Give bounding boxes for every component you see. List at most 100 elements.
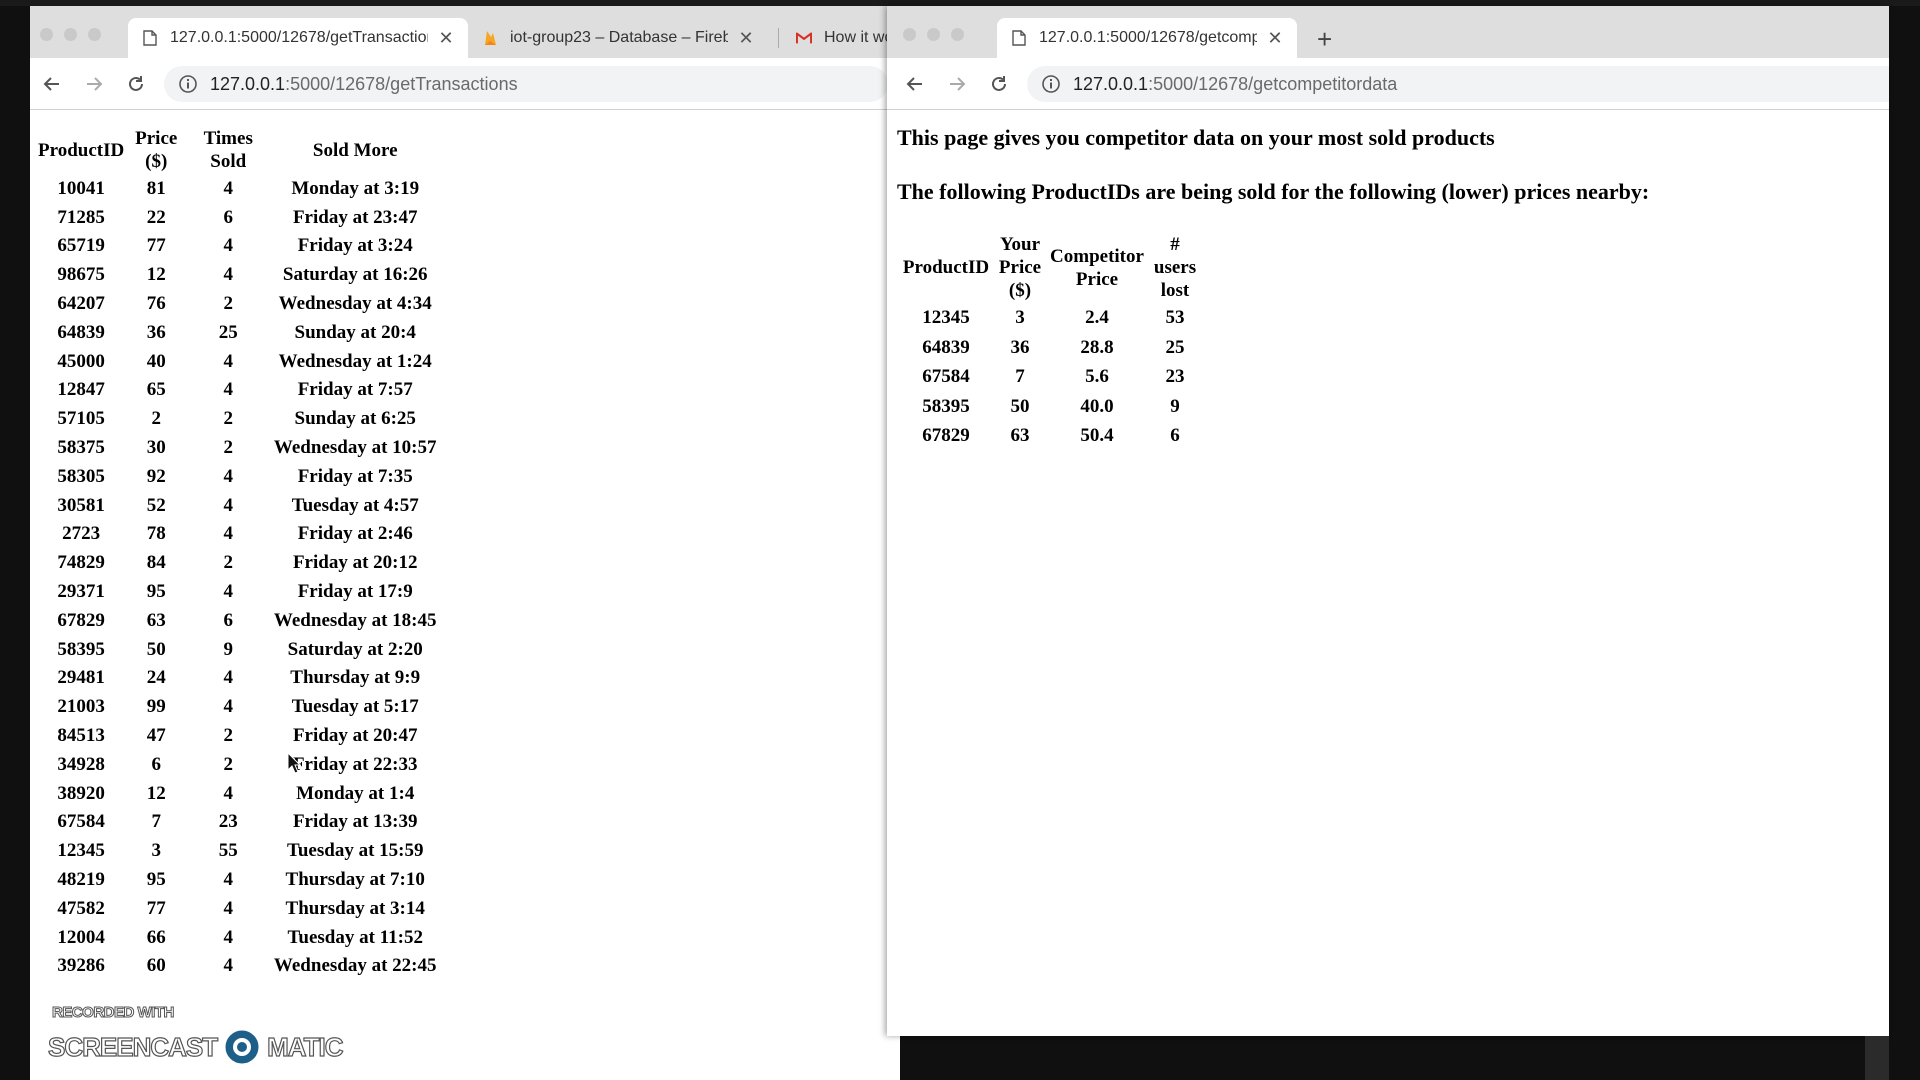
table-row: 67829 63 50.4 6	[899, 422, 1199, 450]
close-window-button[interactable]	[903, 28, 916, 41]
header-times-sold: Times Sold	[203, 128, 253, 172]
forward-button[interactable]	[943, 70, 971, 98]
reload-icon	[992, 76, 1006, 91]
cell-product-id: 34928	[57, 753, 105, 775]
cell-times-sold: 4	[223, 955, 233, 977]
cell-sold-more: Wednesday at 4:34	[278, 293, 432, 315]
competitor-table: ProductID Your Price ($) Competitor Pric…	[895, 231, 1203, 452]
table-row: 64207 76 2 Wednesday at 4:34	[38, 290, 438, 317]
close-window-button[interactable]	[40, 28, 53, 41]
cell-times-sold: 2	[223, 753, 233, 775]
forward-arrow-icon	[950, 77, 966, 91]
cell-price: 40	[146, 350, 166, 372]
info-icon[interactable]	[178, 74, 198, 94]
cell-price: 6	[151, 753, 161, 775]
back-arrow-icon	[43, 77, 59, 91]
cell-price: 77	[146, 235, 166, 257]
table-row: 29371 95 4 Friday at 17:9	[38, 578, 438, 605]
table-row: 12004 66 4 Tuesday at 11:52	[38, 924, 438, 951]
cell-product-id: 38920	[57, 782, 105, 804]
cell-times-sold: 2	[223, 437, 233, 459]
tab-gmail[interactable]: How it works	[782, 18, 900, 58]
cell-times-sold: 4	[223, 350, 233, 372]
cell-product-id: 64839	[57, 321, 105, 343]
cell-price: 30	[146, 437, 166, 459]
cell-sold-more: Monday at 1:4	[296, 782, 415, 804]
page-heading: This page gives you competitor data on y…	[897, 125, 1495, 150]
info-icon[interactable]	[1041, 74, 1061, 94]
gmail-icon	[796, 30, 812, 46]
screencast-watermark: RECORDED WITH SCREENCAST MATIC	[47, 998, 348, 1068]
maximize-window-button[interactable]	[951, 28, 964, 41]
cell-product-id: 98675	[57, 264, 105, 286]
cell-sold-more: Tuesday at 11:52	[287, 926, 423, 948]
cell-users-lost: 25	[1165, 336, 1185, 358]
url-host: 127.0.0.1	[1073, 73, 1149, 94]
cell-product-id: 58375	[57, 437, 105, 459]
tab-strip: 127.0.0.1:5000/12678/getTransactions ✕ i…	[30, 6, 900, 58]
cell-price: 76	[146, 293, 166, 315]
header-competitor-price: Competitor Price	[1050, 245, 1144, 290]
cell-product-id: 67584	[922, 366, 970, 388]
forward-button[interactable]	[80, 70, 108, 98]
browser-toolbar: 127.0.0.1:5000/12678/getcompetitordata	[887, 58, 1889, 110]
table-row: 29481 24 4 Thursday at 9:9	[38, 665, 438, 692]
cell-competitor-price: 2.4	[1085, 307, 1109, 329]
table-row: 57105 2 2 Sunday at 6:25	[38, 405, 438, 432]
tab-separator	[778, 28, 779, 48]
maximize-window-button[interactable]	[88, 28, 101, 41]
cell-sold-more: Friday at 7:57	[297, 379, 413, 401]
cell-sold-more: Friday at 7:35	[297, 465, 413, 487]
cell-product-id: 71285	[57, 206, 105, 228]
reload-button[interactable]	[122, 70, 150, 98]
address-bar[interactable]: 127.0.0.1:5000/12678/getTransactions	[164, 66, 888, 102]
reload-button[interactable]	[985, 70, 1013, 98]
cell-price: 81	[146, 177, 166, 199]
minimize-window-button[interactable]	[927, 28, 940, 41]
minimize-window-button[interactable]	[64, 28, 77, 41]
back-button[interactable]	[901, 70, 929, 98]
header-users-lost: # users lost	[1153, 234, 1197, 301]
cell-times-sold: 4	[223, 869, 233, 891]
header-product-id: ProductID	[38, 139, 125, 161]
cell-price: 36	[146, 321, 166, 343]
watermark-brand: SCREENCAST MATIC	[47, 1026, 344, 1068]
tab-firebase-database[interactable]: iot-group23 – Database – Firebase ✕	[468, 18, 768, 58]
close-tab-icon[interactable]: ✕	[1267, 28, 1283, 49]
close-tab-icon[interactable]: ✕	[438, 28, 454, 49]
cell-sold-more: Wednesday at 22:45	[273, 955, 437, 977]
page-subheading: The following ProductIDs are being sold …	[897, 179, 1650, 204]
table-row: 74829 84 2 Friday at 20:12	[38, 549, 438, 576]
new-tab-button[interactable]: +	[1317, 24, 1332, 55]
cell-sold-more: Wednesday at 10:57	[273, 437, 437, 459]
page-content: This page gives you competitor data on y…	[887, 111, 1889, 1036]
back-button[interactable]	[38, 70, 66, 98]
cell-price: 84	[146, 552, 166, 574]
cell-product-id: 45000	[57, 350, 105, 372]
tab-get-competitor-data[interactable]: 127.0.0.1:5000/12678/getcompetitordata ✕	[997, 18, 1297, 58]
cell-your-price: 7	[1015, 366, 1025, 388]
table-row: 58375 30 2 Wednesday at 10:57	[38, 434, 438, 461]
close-tab-icon[interactable]: ✕	[738, 28, 754, 49]
table-row: 67829 63 6 Wednesday at 18:45	[38, 607, 438, 634]
cell-product-id: 47582	[57, 897, 105, 919]
cell-product-id: 64839	[922, 336, 970, 358]
document-icon	[1011, 30, 1027, 46]
tab-get-transactions[interactable]: 127.0.0.1:5000/12678/getTransactions ✕	[128, 18, 468, 58]
url-host: 127.0.0.1	[210, 73, 286, 94]
cell-sold-more: Wednesday at 1:24	[278, 350, 432, 372]
table-row: 45000 40 4 Wednesday at 1:24	[38, 348, 438, 375]
cell-competitor-price: 28.8	[1080, 336, 1114, 358]
cell-sold-more: Friday at 2:46	[297, 523, 413, 545]
cell-times-sold: 4	[223, 696, 233, 718]
address-bar[interactable]: 127.0.0.1:5000/12678/getcompetitordata	[1027, 66, 1889, 102]
cell-users-lost: 9	[1170, 395, 1180, 417]
table-row: 67584 7 23 Friday at 13:39	[38, 809, 438, 836]
cell-product-id: 12345	[57, 840, 105, 862]
table-row: 39286 60 4 Wednesday at 22:45	[38, 953, 438, 980]
cell-sold-more: Sunday at 6:25	[294, 408, 416, 430]
transactions-table-body: 10041 81 4 Monday at 3:19 71285 22 6 Friday at …	[38, 175, 438, 979]
cell-times-sold: 4	[223, 667, 233, 689]
cell-competitor-price: 40.0	[1080, 395, 1114, 417]
cell-product-id: 64207	[57, 293, 105, 315]
